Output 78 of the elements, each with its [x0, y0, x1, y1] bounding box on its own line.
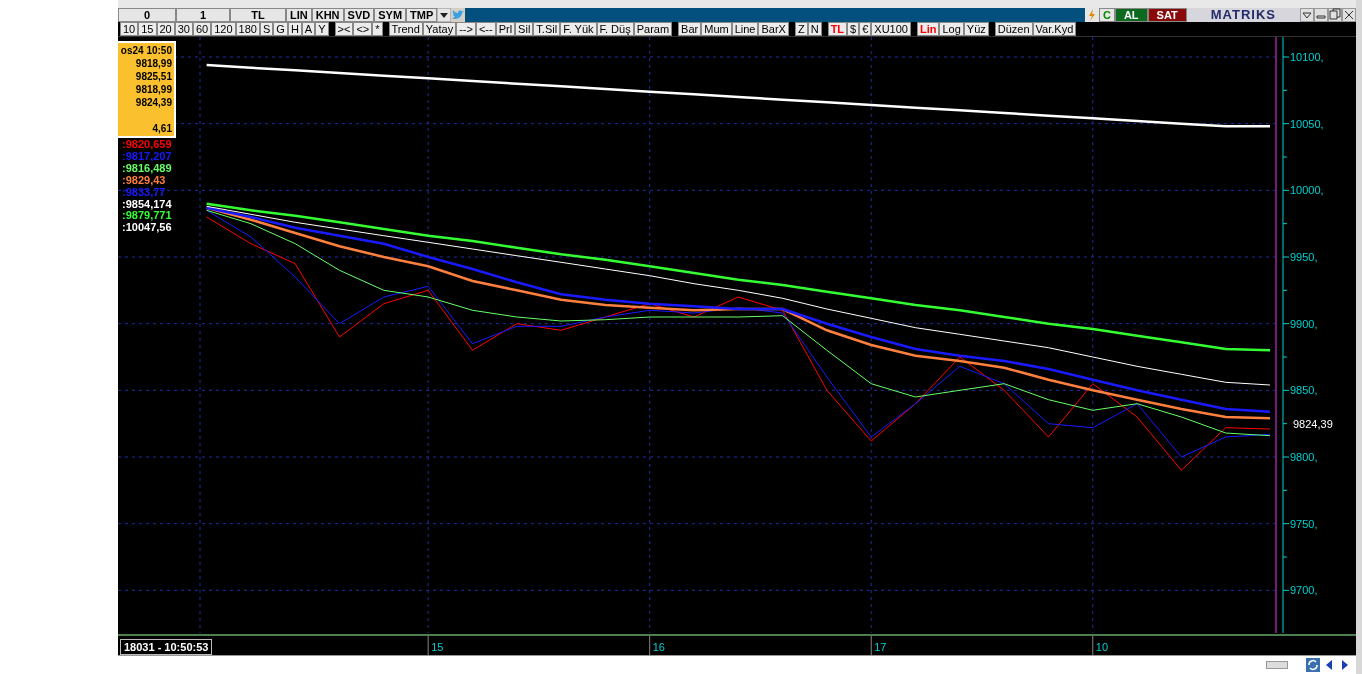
bird-icon[interactable]: [451, 8, 466, 22]
toolbar-button[interactable]: Yüz: [963, 22, 989, 36]
toolbar-button[interactable]: €: [859, 22, 872, 36]
toolbar-button[interactable]: LIN: [286, 8, 312, 22]
legend-value: :9829,43: [122, 174, 166, 187]
legend-value: :9833,77: [122, 186, 167, 199]
toolbar-button[interactable]: SYM: [374, 8, 407, 22]
toolbar-button[interactable]: Bar: [678, 22, 702, 36]
info-value: 9818,99: [134, 57, 172, 70]
toolbar-button[interactable]: *: [372, 22, 383, 36]
y-axis-label: 10100,: [1290, 51, 1324, 63]
refresh-icon[interactable]: [1306, 658, 1320, 672]
toolbar-button[interactable]: BarX: [758, 22, 789, 36]
toolbar-button[interactable]: 15: [138, 22, 157, 36]
restore-icon[interactable]: [1328, 8, 1342, 22]
legend-value: :9817,207: [122, 150, 172, 163]
y-axis-label: 9850,: [1290, 384, 1318, 397]
timestamp: 18031 - 10:50:53: [120, 639, 213, 655]
legend-value: :10047,56: [122, 222, 172, 235]
y-axis-label: 9750,: [1290, 517, 1318, 530]
toolbar-button[interactable]: T.Sil: [533, 22, 561, 36]
toolbar-button[interactable]: 180: [235, 22, 260, 36]
sell-button[interactable]: SAT: [1147, 8, 1187, 22]
toolbar-field[interactable]: 1: [176, 8, 230, 22]
toolbar-button[interactable]: Line: [731, 22, 759, 36]
close-icon[interactable]: [1342, 8, 1356, 22]
toolbar-button[interactable]: <--: [475, 22, 496, 36]
legend-value: :9816,489: [122, 162, 172, 175]
dropdown-icon[interactable]: [437, 8, 452, 22]
toolbar-button[interactable]: Var.Kyd: [1032, 22, 1077, 36]
toolbar-button[interactable]: Mum: [701, 22, 732, 36]
toolbar-button[interactable]: Düzen: [994, 22, 1033, 36]
toolbar-button[interactable]: 120: [211, 22, 236, 36]
info-value: 9825,51: [134, 70, 172, 83]
legend-value: :9854,174: [122, 198, 172, 211]
toolbar-button[interactable]: $: [847, 22, 860, 36]
toolbar-button[interactable]: Log: [939, 22, 964, 36]
x-axis-label: 16: [652, 641, 665, 653]
scrollbar[interactable]: [1266, 661, 1288, 669]
toolbar-button[interactable]: 10: [120, 22, 139, 36]
y-axis-label: 10050,: [1290, 117, 1324, 130]
info-value: 9818,99: [134, 83, 172, 96]
toolbar-button[interactable]: Param: [633, 22, 673, 36]
legend-value: :9879,771: [122, 210, 172, 223]
y-axis-label: 9800,: [1290, 451, 1318, 463]
info-date: os24 10:50: [120, 44, 172, 57]
toolbar-button[interactable]: Trend: [388, 22, 423, 36]
toolbar-button[interactable]: Yatay: [422, 22, 457, 36]
legend-value: :9820,659: [122, 139, 172, 151]
toolbar-button[interactable]: ><: [334, 22, 354, 36]
toolbar-button[interactable]: G: [273, 22, 288, 36]
x-axis-label: 17: [874, 641, 887, 653]
toolbar-field[interactable]: 0: [118, 8, 176, 22]
last-price-label: 9824,39: [1293, 418, 1333, 430]
toolbar-button[interactable]: Y: [315, 22, 329, 36]
toolbar-button[interactable]: Prl: [495, 22, 516, 36]
toolbar-button[interactable]: Z: [794, 22, 808, 36]
minimize-icon[interactable]: [1314, 8, 1328, 22]
toolbar-button[interactable]: XU100: [871, 22, 911, 36]
info-change: 4,61: [151, 122, 172, 135]
info-value: 9824,39: [134, 96, 172, 109]
toolbar-button[interactable]: KHN: [311, 8, 344, 22]
toolbar-button[interactable]: F. Düş: [596, 22, 634, 36]
toolbar-button[interactable]: Sil: [515, 22, 534, 36]
toolbar-button[interactable]: SVD: [343, 8, 375, 22]
toolbar-button[interactable]: 60: [193, 22, 212, 36]
y-axis-label: 9950,: [1290, 251, 1318, 263]
toolbar-button[interactable]: -->: [456, 22, 476, 36]
x-axis-label: 15: [431, 641, 444, 653]
toolbar-button[interactable]: F. Yük: [560, 22, 597, 36]
toolbar-field[interactable]: TL: [230, 8, 286, 22]
toolbar-button[interactable]: <>: [353, 22, 373, 36]
x-axis-label: 10: [1095, 641, 1108, 653]
logo: MATRIKS: [1186, 8, 1300, 22]
y-axis-label: 10000,: [1290, 184, 1324, 197]
buy-button[interactable]: AL: [1114, 8, 1148, 22]
y-axis-label: 9700,: [1290, 584, 1318, 597]
y-axis-label: 9900,: [1290, 317, 1318, 330]
